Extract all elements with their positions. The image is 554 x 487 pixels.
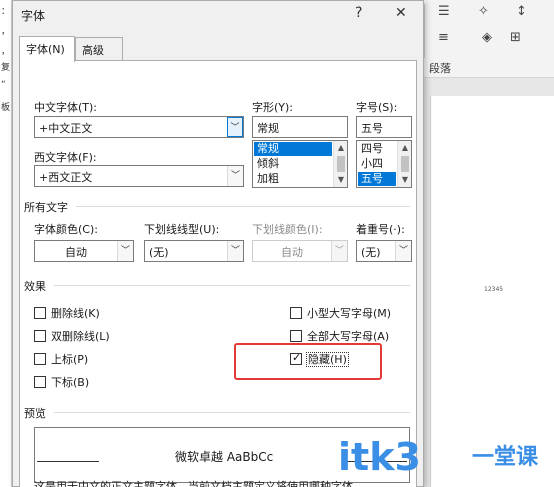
scroll-down-icon[interactable]: ▼ [398, 173, 411, 187]
checkbox-box[interactable] [34, 376, 46, 388]
underline-style-value: (无) [149, 246, 169, 259]
preview-sample-text: 微软卓越 AaBbCc [175, 450, 274, 464]
font-color-label: 字体颜色(C): [34, 223, 98, 236]
list-item[interactable]: 小四 [358, 157, 396, 171]
emphasis-mark-label: 着重号(·): [356, 223, 405, 236]
paragraph-group-label: 段落 [429, 62, 451, 75]
text-effects-icon[interactable]: ✧ [478, 4, 489, 19]
strikethrough-checkbox[interactable]: 删除线(K) [34, 305, 100, 321]
watermark-logo: itk3 一堂课 [338, 431, 548, 481]
bg-left-char: ： [1, 7, 11, 17]
underline-style-label: 下划线线型(U): [144, 223, 220, 236]
bg-left-char: 复 [1, 63, 11, 73]
chinese-font-combo[interactable]: +中文正文 ﹀ [34, 116, 244, 138]
list-item[interactable]: 加粗 [254, 172, 332, 186]
section-divider [54, 412, 410, 413]
list-item[interactable]: 五号 [358, 172, 396, 186]
scrollbar[interactable]: ▲ ▼ [397, 141, 411, 187]
small-caps-checkbox[interactable]: 小型大写字母(M) [290, 305, 391, 321]
font-dialog: 字体 ? ✕ 字体(N) 高级(V) 中文字体(T): +中文正文 ﹀ 字形(Y… [12, 0, 424, 487]
chevron-down-icon[interactable]: ﹀ [227, 166, 243, 186]
emphasis-mark-value: (无) [361, 246, 381, 259]
superscript-checkbox[interactable]: 上标(P) [34, 351, 88, 367]
underline-style-combo[interactable]: (无) ﹀ [144, 240, 244, 262]
dialog-title: 字体 [21, 9, 46, 23]
checkbox-box[interactable] [290, 330, 302, 342]
checkbox-box[interactable] [34, 353, 46, 365]
page-number-text: 12345 [484, 286, 504, 293]
scroll-down-icon[interactable]: ▼ [334, 173, 347, 187]
checkbox-box[interactable] [34, 330, 46, 342]
watermark-latin-text: itk3 [338, 435, 421, 479]
subscript-checkbox[interactable]: 下标(B) [34, 374, 89, 390]
font-size-list[interactable]: 四号 小四 五号 ▲ ▼ [356, 140, 412, 188]
font-style-label: 字形(Y): [252, 101, 294, 114]
close-button[interactable]: ✕ [395, 5, 407, 21]
tab-panel: 中文字体(T): +中文正文 ﹀ 字形(Y): 常规 常规 倾斜 加粗 ▲ ▼ … [19, 60, 417, 487]
borders-icon[interactable]: ⊞ [510, 30, 521, 45]
double-strikethrough-checkbox[interactable]: 双删除线(L) [34, 328, 110, 344]
bg-left-char: ， [1, 47, 11, 57]
font-style-input[interactable]: 常规 [252, 116, 348, 138]
checkbox-box[interactable] [34, 307, 46, 319]
effects-section-title: 效果 [24, 280, 46, 293]
bg-left-char: ， [1, 27, 11, 37]
section-divider [76, 206, 410, 207]
sort-icon[interactable]: ↕ [516, 4, 527, 19]
font-color-value: 自动 [65, 246, 87, 259]
chevron-down-icon[interactable]: ﹀ [117, 241, 133, 261]
checkbox-label: 下标(B) [51, 376, 90, 389]
checkbox-label: 上标(P) [51, 353, 89, 366]
list-item[interactable]: 倾斜 [254, 157, 332, 171]
shading-icon[interactable]: ◈ [482, 30, 492, 45]
bullet-list-icon[interactable]: ☰ [438, 4, 450, 19]
font-size-label: 字号(S): [356, 101, 398, 114]
underline-color-value: 自动 [281, 246, 303, 259]
scroll-thumb[interactable] [337, 156, 345, 172]
help-button[interactable]: ? [355, 5, 362, 21]
checkbox-label: 小型大写字母(M) [307, 307, 392, 320]
western-font-combo[interactable]: +西文正文 ﹀ [34, 165, 244, 187]
emphasis-mark-combo[interactable]: (无) ﹀ [356, 240, 412, 262]
section-divider [54, 285, 410, 286]
western-font-label: 西文字体(F): [34, 151, 97, 164]
scroll-up-icon[interactable]: ▲ [398, 141, 411, 155]
scroll-thumb[interactable] [401, 156, 409, 172]
tab-font[interactable]: 字体(N) [19, 36, 75, 62]
font-color-combo[interactable]: 自动 ﹀ [34, 240, 134, 262]
scrollbar[interactable]: ▲ ▼ [333, 141, 347, 187]
highlight-annotation-box [234, 343, 382, 380]
preview-section-title: 预览 [24, 407, 46, 420]
tab-advanced[interactable]: 高级(V) [75, 37, 123, 71]
all-caps-checkbox[interactable]: 全部大写字母(A) [290, 328, 389, 344]
bg-left-char: 板 [1, 103, 11, 113]
scroll-up-icon[interactable]: ▲ [334, 141, 347, 155]
preview-description: 这是用于中文的正文主题字体。当前文档主题定义将使用哪种字体。 [34, 480, 364, 487]
ribbon-separator [424, 4, 425, 58]
chevron-down-icon[interactable]: ﹀ [227, 117, 243, 137]
chinese-font-value: +中文正文 [39, 122, 93, 135]
chevron-down-icon[interactable]: ﹀ [227, 241, 243, 261]
preview-baseline-left [37, 461, 99, 462]
line-spacing-icon[interactable]: ≡ [438, 30, 449, 45]
chinese-font-label: 中文字体(T): [34, 101, 98, 114]
checkbox-label: 双删除线(L) [51, 330, 110, 343]
western-font-value: +西文正文 [39, 171, 93, 184]
chevron-down-icon: ﹀ [331, 241, 347, 261]
list-item[interactable]: 常规 [254, 142, 332, 156]
all-text-section-title: 所有文字 [24, 201, 68, 214]
watermark-cn-text: 一堂课 [472, 445, 539, 470]
checkbox-label: 删除线(K) [51, 307, 100, 320]
font-style-list[interactable]: 常规 倾斜 加粗 ▲ ▼ [252, 140, 348, 188]
bg-left-char: “ [1, 80, 6, 90]
checkbox-box[interactable] [290, 307, 302, 319]
list-item[interactable]: 四号 [358, 142, 396, 156]
underline-color-combo: 自动 ﹀ [252, 240, 348, 262]
underline-color-label: 下划线颜色(I): [252, 223, 323, 236]
background-document-left: ： ， ， 复 “ 板 [0, 0, 12, 487]
font-size-input[interactable]: 五号 [356, 116, 412, 138]
checkbox-label: 全部大写字母(A) [307, 330, 390, 343]
chevron-down-icon[interactable]: ﹀ [395, 241, 411, 261]
